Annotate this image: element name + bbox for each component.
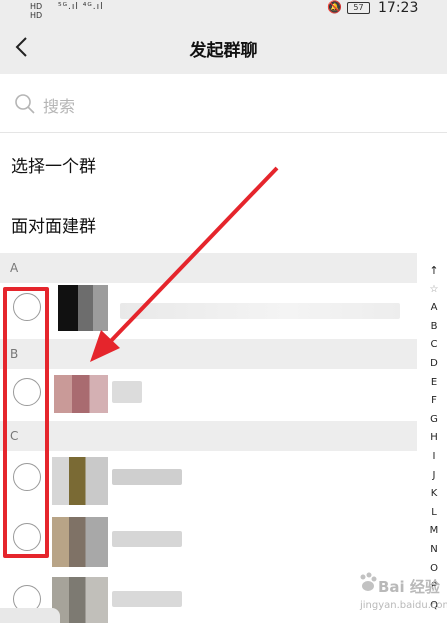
index-top-arrow[interactable]: ↑ — [425, 262, 443, 281]
index-letter[interactable]: K — [425, 485, 443, 504]
paw-logo-icon — [360, 572, 377, 591]
watermark-url: jingyan.baidu.com — [360, 600, 447, 611]
index-letter[interactable]: J — [425, 467, 443, 486]
annotation-arrow-icon — [90, 166, 279, 362]
index-letter[interactable]: B — [425, 318, 443, 337]
index-letter[interactable]: G — [425, 411, 443, 430]
index-letter[interactable]: N — [425, 541, 443, 560]
index-letter[interactable]: A — [425, 299, 443, 318]
alphabet-index[interactable]: ↑ ☆ A B C D E F G H I J K L M N O P Q — [425, 262, 443, 615]
index-star[interactable]: ☆ — [425, 281, 443, 300]
index-letter[interactable]: F — [425, 392, 443, 411]
bottom-edge-overlay — [0, 608, 60, 623]
watermark-text: Bai 经验 — [378, 578, 440, 596]
index-letter[interactable]: I — [425, 448, 443, 467]
index-letter[interactable]: H — [425, 429, 443, 448]
baidu-watermark: Bai 经验 jingyan.baidu.com — [330, 568, 447, 618]
index-letter[interactable]: L — [425, 504, 443, 523]
index-letter[interactable]: E — [425, 374, 443, 393]
index-letter[interactable]: D — [425, 355, 443, 374]
index-letter[interactable]: C — [425, 336, 443, 355]
index-letter[interactable]: M — [425, 522, 443, 541]
